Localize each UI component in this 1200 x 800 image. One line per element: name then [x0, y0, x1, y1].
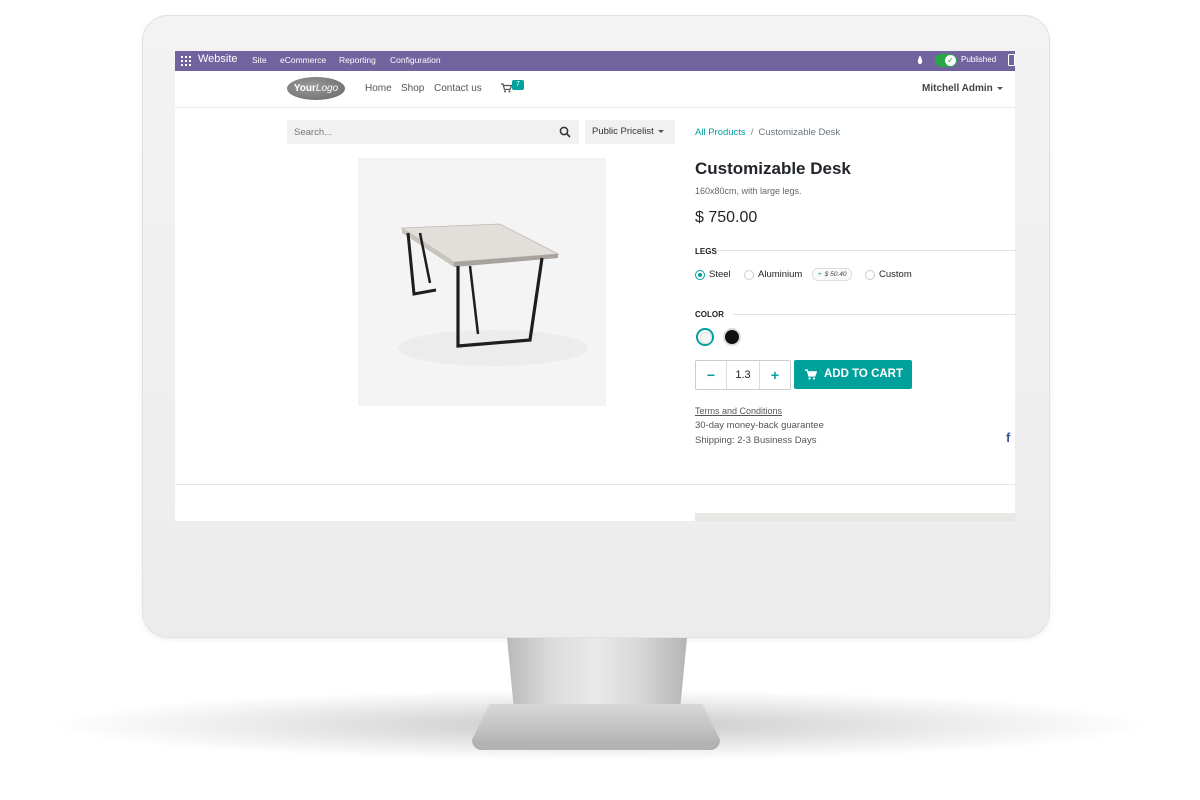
search-input[interactable]	[287, 120, 561, 144]
extra-price-badge: + $ 50.40	[812, 268, 853, 281]
admin-brand[interactable]: Website	[198, 53, 238, 65]
site-navbar: YourLogo Home Shop Contact us 7 Mitchell…	[175, 71, 1015, 108]
quantity-decrease-button[interactable]: −	[696, 361, 727, 389]
admin-menu-reporting[interactable]: Reporting	[339, 55, 376, 65]
legs-attribute-label: LEGS	[695, 247, 717, 256]
quantity-increase-button[interactable]: +	[759, 361, 790, 389]
logo-text: Logo	[315, 83, 339, 94]
publish-toggle[interactable]: ✓	[935, 54, 957, 67]
cart-icon	[805, 369, 817, 380]
plus-icon: +	[818, 271, 822, 278]
content-preview-strip	[695, 513, 1015, 521]
user-name: Mitchell Admin	[922, 83, 993, 94]
cart-count-badge: 7	[512, 80, 524, 90]
legs-radio-steel[interactable]	[695, 270, 705, 280]
legs-divider	[715, 250, 1015, 251]
shipping-text: Shipping: 2-3 Business Days	[695, 435, 817, 446]
search-icon[interactable]	[559, 126, 571, 138]
bug-icon[interactable]	[917, 56, 923, 65]
product-title: Customizable Desk	[695, 159, 851, 178]
apps-grid-icon[interactable]	[181, 56, 191, 66]
cart-icon[interactable]	[501, 83, 512, 93]
admin-menu-configuration[interactable]: Configuration	[390, 55, 441, 65]
caret-down-icon	[657, 129, 664, 133]
product-price: $ 750.00	[695, 209, 758, 226]
site-logo[interactable]: YourLogo	[287, 77, 345, 100]
facebook-icon[interactable]: f	[1006, 430, 1010, 445]
color-divider	[733, 314, 1015, 315]
admin-bar: Website Site eCommerce Reporting Configu…	[175, 51, 1015, 71]
logo-text-bold: Your	[293, 83, 316, 94]
color-swatch-black[interactable]	[723, 328, 741, 346]
add-to-cart-label: ADD TO CART	[824, 368, 904, 380]
check-icon: ✓	[945, 55, 956, 66]
breadcrumb-separator: /	[750, 127, 754, 138]
publish-status: Published	[961, 55, 997, 64]
color-attribute-label: COLOR	[695, 310, 724, 319]
legs-option-custom[interactable]: Custom	[879, 269, 912, 280]
legs-option-aluminium[interactable]: Aluminium	[758, 269, 802, 280]
monitor-screen: Website Site eCommerce Reporting Configu…	[175, 51, 1015, 521]
quantity-input[interactable]	[727, 361, 759, 389]
nav-home[interactable]: Home	[365, 83, 392, 94]
pricelist-label: Public Pricelist	[592, 126, 654, 137]
breadcrumb-all-products[interactable]: All Products	[695, 127, 746, 138]
user-menu[interactable]: Mitchell Admin	[922, 83, 1003, 94]
section-divider	[175, 484, 1015, 485]
product-image[interactable]	[358, 158, 606, 406]
legs-radio-aluminium[interactable]	[744, 270, 754, 280]
guarantee-text: 30-day money-back guarantee	[695, 420, 824, 431]
quantity-stepper: − +	[695, 360, 791, 390]
legs-radio-custom[interactable]	[865, 270, 875, 280]
mobile-preview-icon[interactable]	[1008, 54, 1015, 66]
product-description: 160x80cm, with large legs.	[695, 186, 802, 196]
monitor-stand-neck	[507, 638, 687, 712]
breadcrumb-current: Customizable Desk	[758, 127, 841, 138]
monitor-stand-base	[476, 742, 716, 750]
admin-menu-ecommerce[interactable]: eCommerce	[280, 55, 326, 65]
color-swatch-white[interactable]	[696, 328, 714, 346]
extra-price-value: $ 50.40	[824, 271, 847, 278]
pricelist-dropdown[interactable]: Public Pricelist	[585, 120, 675, 144]
admin-menu-site[interactable]: Site	[252, 55, 267, 65]
nav-contact-us[interactable]: Contact us	[434, 83, 482, 94]
desk-illustration	[398, 223, 588, 366]
terms-link[interactable]: Terms and Conditions	[695, 406, 782, 416]
product-search	[287, 120, 579, 144]
caret-down-icon	[996, 86, 1003, 90]
breadcrumb: All Products / Customizable Desk	[695, 127, 840, 138]
legs-option-steel[interactable]: Steel	[709, 269, 731, 280]
nav-shop[interactable]: Shop	[401, 83, 424, 94]
add-to-cart-button[interactable]: ADD TO CART	[794, 360, 912, 389]
